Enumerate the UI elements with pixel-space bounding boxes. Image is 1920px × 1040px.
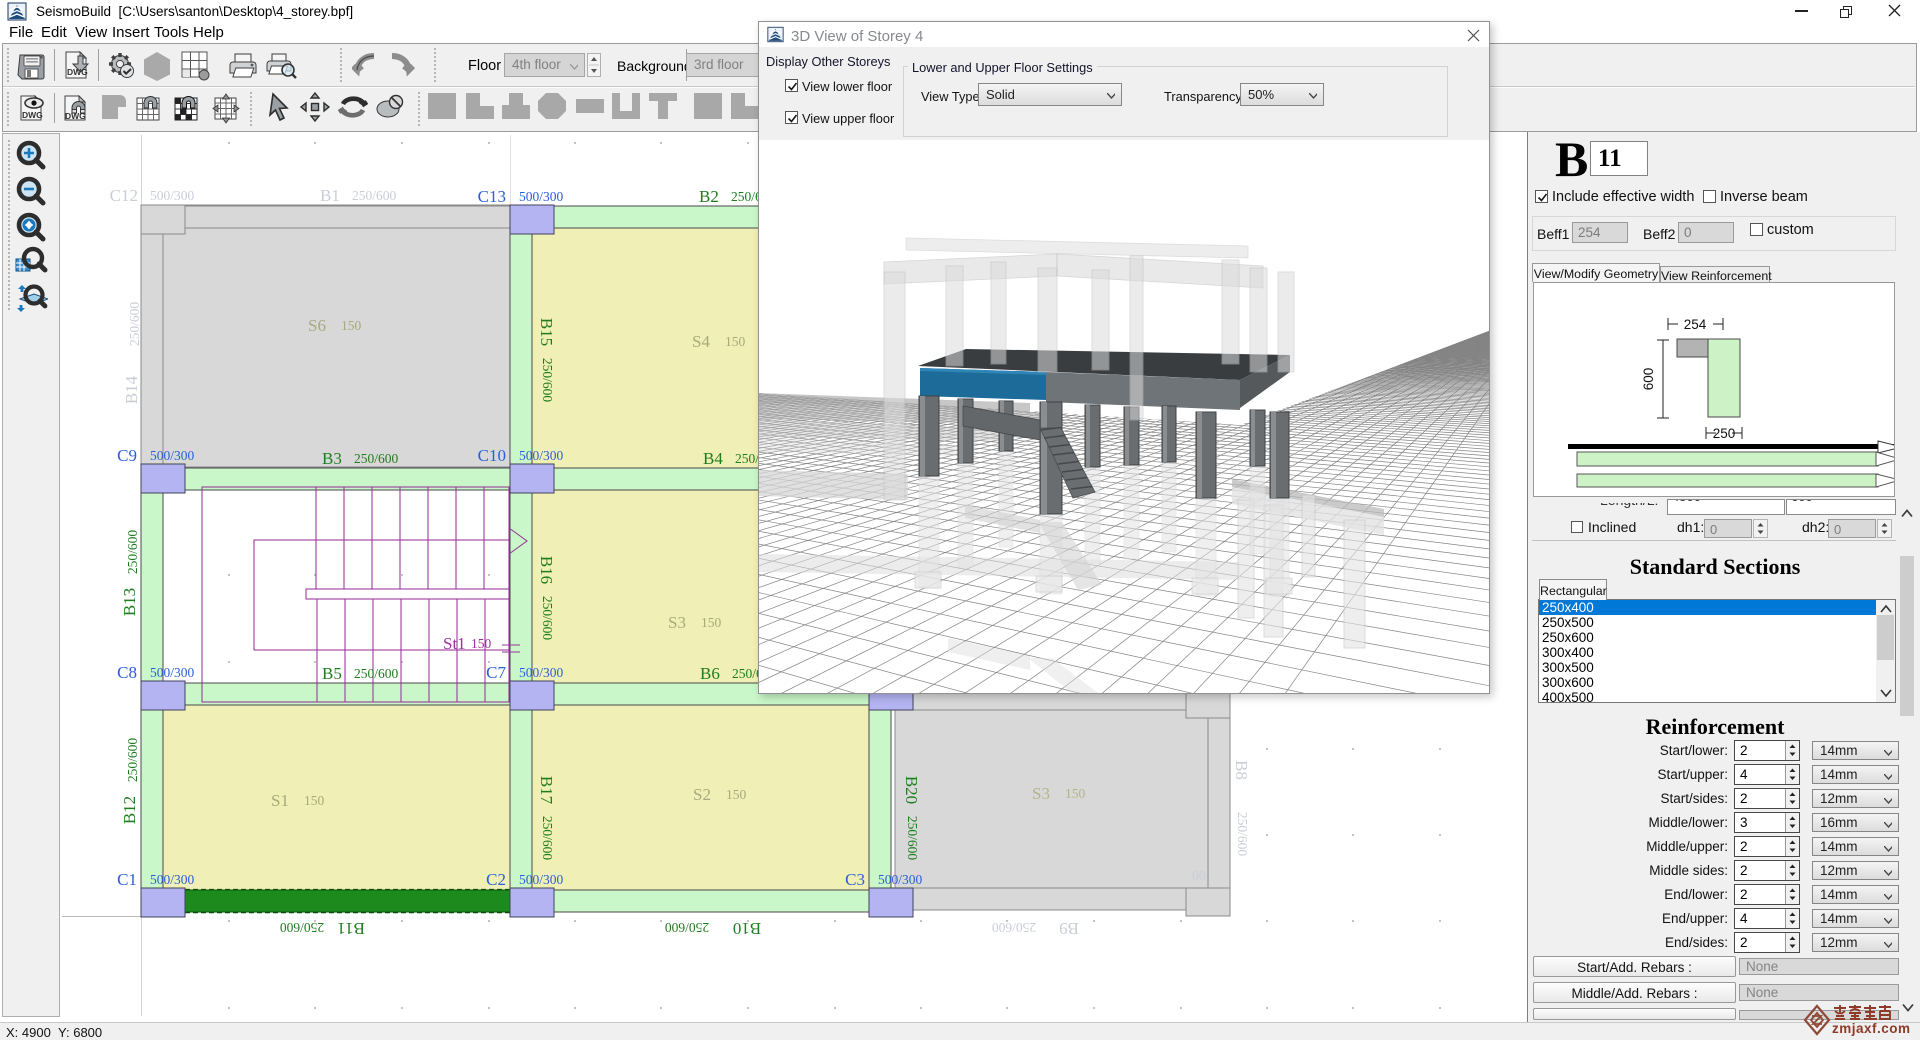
svg-text:250/600: 250/600 [665, 920, 710, 935]
svg-text:250/600: 250/600 [540, 816, 555, 861]
svg-text:250/600: 250/600 [905, 816, 920, 861]
svg-text:500/300: 500/300 [519, 448, 564, 463]
svg-text:C2: C2 [486, 870, 506, 889]
svg-text:B3: B3 [322, 449, 342, 468]
svg-text:B14: B14 [122, 375, 141, 404]
svg-text:B4: B4 [703, 449, 723, 468]
svg-text:B5: B5 [322, 664, 342, 683]
svg-text:500/300: 500/300 [878, 872, 923, 887]
svg-text:B11: B11 [337, 919, 365, 938]
svg-text:150: 150 [725, 334, 746, 349]
svg-text:DWG: DWG [67, 67, 88, 77]
svg-text:B13: B13 [120, 588, 139, 616]
svg-text:500/300: 500/300 [519, 189, 564, 204]
svg-text:250/600: 250/600 [352, 188, 397, 203]
svg-text:B16: B16 [537, 556, 556, 584]
svg-text:500/300: 500/300 [150, 188, 195, 203]
svg-text:C12: C12 [110, 186, 138, 205]
svg-text:250/600: 250/600 [354, 451, 399, 466]
svg-text:B9: B9 [1059, 919, 1079, 938]
svg-text:S2: S2 [693, 785, 711, 804]
svg-text:250/600: 250/600 [992, 920, 1037, 935]
svg-text:250/600: 250/600 [540, 596, 555, 641]
svg-text:B10: B10 [733, 919, 761, 938]
svg-text:B17: B17 [537, 776, 556, 805]
svg-text:500/300: 500/300 [519, 872, 564, 887]
svg-text:B1: B1 [320, 186, 340, 205]
svg-text:500/300: 500/300 [519, 665, 564, 680]
svg-text:S3: S3 [1032, 784, 1050, 803]
svg-text:250/600: 250/600 [540, 358, 555, 403]
svg-text:250/600: 250/600 [127, 302, 142, 347]
svg-text:S6: S6 [308, 316, 326, 335]
svg-text:150: 150 [1065, 786, 1086, 801]
svg-text:600: 600 [1641, 368, 1656, 391]
svg-text:254: 254 [1684, 317, 1707, 332]
svg-text:150: 150 [341, 318, 362, 333]
svg-text:250: 250 [1713, 426, 1736, 441]
svg-text:150: 150 [471, 636, 492, 651]
svg-text:150: 150 [726, 787, 747, 802]
svg-text:500/300: 500/300 [150, 665, 195, 680]
svg-text:S1: S1 [271, 791, 289, 810]
svg-text:B8: B8 [1232, 760, 1251, 780]
svg-text:B2: B2 [699, 187, 719, 206]
svg-text:C3: C3 [845, 870, 865, 889]
svg-text:DWG: DWG [22, 110, 43, 120]
svg-text:250/600: 250/600 [280, 920, 325, 935]
svg-text:250/600: 250/600 [125, 530, 140, 575]
svg-text:B12: B12 [120, 796, 139, 824]
svg-text:150: 150 [304, 793, 325, 808]
svg-text:C8: C8 [117, 663, 137, 682]
svg-text:C7: C7 [486, 663, 506, 682]
svg-text:St1: St1 [443, 634, 466, 653]
svg-text:500/300: 500/300 [150, 872, 195, 887]
svg-text:C10: C10 [478, 446, 506, 465]
svg-text:B6: B6 [700, 664, 720, 683]
svg-text:250/600: 250/600 [1235, 812, 1250, 857]
svg-text:S3: S3 [668, 613, 686, 632]
svg-text:C13: C13 [478, 187, 506, 206]
svg-text:500/300: 500/300 [150, 448, 195, 463]
svg-text:250/600: 250/600 [354, 666, 399, 681]
svg-text:DWG: DWG [65, 111, 86, 121]
svg-text:C9: C9 [117, 446, 137, 465]
svg-text:B15: B15 [537, 318, 556, 346]
svg-text:00: 00 [1192, 868, 1206, 883]
svg-text:C1: C1 [117, 870, 137, 889]
svg-text:250/600: 250/600 [125, 738, 140, 783]
svg-text:150: 150 [701, 615, 722, 630]
svg-text:S4: S4 [692, 332, 710, 351]
svg-text:B20: B20 [902, 776, 921, 804]
